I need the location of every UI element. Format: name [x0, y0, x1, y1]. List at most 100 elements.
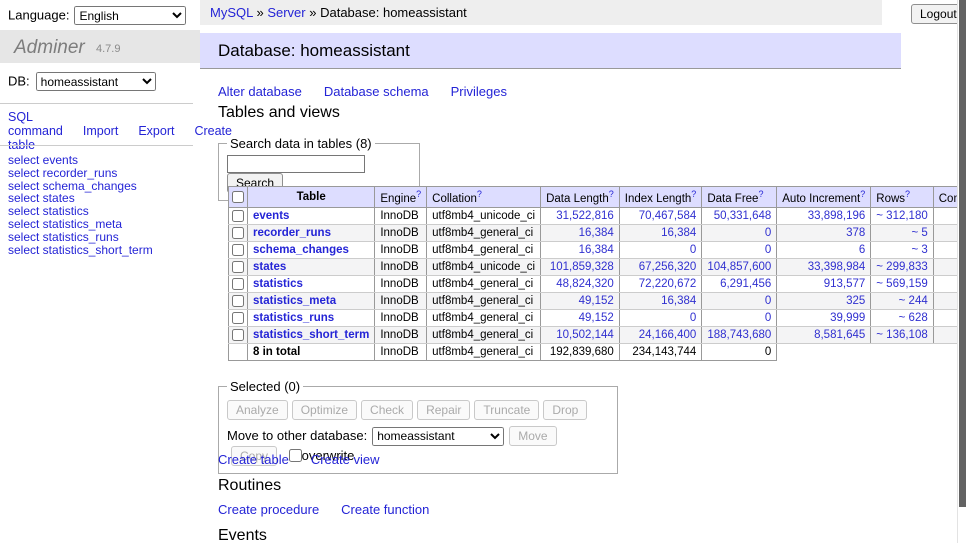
row-checkbox-states[interactable] [232, 261, 244, 273]
auto-increment-link[interactable]: 39,999 [830, 312, 865, 324]
link-create-function[interactable]: Create function [341, 502, 429, 517]
index-length-link[interactable]: 16,384 [661, 295, 696, 307]
breadcrumb-link[interactable]: MySQL [210, 5, 253, 20]
auto-increment-link[interactable]: 8,581,645 [814, 329, 865, 341]
row-checkbox-schema_changes[interactable] [232, 244, 244, 256]
drop-button[interactable]: Drop [543, 400, 587, 420]
link-database-schema[interactable]: Database schema [324, 84, 429, 99]
link-privileges[interactable]: Privileges [451, 84, 507, 99]
table-link-statistics_short_term[interactable]: statistics_short_term [253, 329, 369, 341]
hint-link[interactable]: ? [758, 189, 763, 199]
rows-link[interactable]: ~ 299,833 [876, 261, 927, 273]
data-free-link[interactable]: 188,743,680 [707, 329, 771, 341]
auto-increment-link[interactable]: 6 [859, 244, 865, 256]
analyze-button[interactable]: Analyze [227, 400, 288, 420]
move-db-select[interactable]: homeassistant [372, 427, 504, 446]
hint-link[interactable]: ? [691, 189, 696, 199]
index-length-link[interactable]: 16,384 [661, 227, 696, 239]
index-length-link[interactable]: 24,166,400 [639, 329, 697, 341]
ghost-cell [777, 343, 871, 360]
rows-link[interactable]: ~ 3 [911, 244, 927, 256]
breadcrumb-link[interactable]: Server [267, 5, 305, 20]
row-checkbox-statistics_meta[interactable] [232, 295, 244, 307]
table-link-recorder_runs[interactable]: recorder_runs [253, 227, 331, 239]
scrollbar-thumb[interactable] [959, 0, 966, 507]
data-length-cell: 49,152 [541, 309, 620, 326]
data-length-link[interactable]: 16,384 [579, 227, 614, 239]
data-length-link[interactable]: 101,859,328 [550, 261, 614, 273]
data-free-link[interactable]: 104,857,600 [707, 261, 771, 273]
data-length-link[interactable]: 10,502,144 [556, 329, 614, 341]
link-alter-database[interactable]: Alter database [218, 84, 302, 99]
row-checkbox-statistics_short_term[interactable] [232, 329, 244, 341]
total-check-cell [229, 343, 248, 360]
hint-link[interactable]: ? [860, 189, 865, 199]
auto-increment-link[interactable]: 378 [846, 227, 865, 239]
link-create-procedure[interactable]: Create procedure [218, 502, 319, 517]
optimize-button[interactable]: Optimize [292, 400, 357, 420]
row-checkbox-statistics[interactable] [232, 278, 244, 290]
auto-increment-cell: 378 [777, 224, 871, 241]
data-free-link[interactable]: 6,291,456 [720, 278, 771, 290]
auto-increment-cell: 33,898,196 [777, 207, 871, 224]
index-length-link[interactable]: 0 [690, 244, 696, 256]
data-free-link[interactable]: 50,331,648 [714, 210, 772, 222]
table-link-statistics_runs[interactable]: statistics_runs [253, 312, 334, 324]
data-length-link[interactable]: 16,384 [579, 244, 614, 256]
rows-link[interactable]: ~ 312,180 [876, 210, 927, 222]
hint-link[interactable]: ? [416, 189, 421, 199]
auto-increment-link[interactable]: 325 [846, 295, 865, 307]
hint-link[interactable]: ? [609, 189, 614, 199]
link-create-table[interactable]: Create table [218, 452, 289, 467]
data-free-link[interactable]: 0 [765, 227, 771, 239]
vertical-scrollbar[interactable] [957, 0, 966, 543]
row-checkbox-statistics_runs[interactable] [232, 312, 244, 324]
row-checkbox-recorder_runs[interactable] [232, 227, 244, 239]
sidebar-action-sql-command[interactable]: SQL command [8, 110, 63, 138]
rows-link[interactable]: ~ 628 [899, 312, 928, 324]
move-button[interactable]: Move [509, 426, 556, 446]
index-length-cell: 24,166,400 [619, 326, 702, 343]
data-free-link[interactable]: 0 [765, 312, 771, 324]
table-link-states[interactable]: states [253, 261, 286, 273]
search-input[interactable] [227, 155, 365, 173]
link-create-view[interactable]: Create view [311, 452, 380, 467]
truncate-button[interactable]: Truncate [474, 400, 539, 420]
repair-button[interactable]: Repair [417, 400, 470, 420]
select-all-checkbox[interactable] [232, 191, 244, 203]
breadcrumb-separator: » [306, 5, 320, 20]
auto-increment-link[interactable]: 913,577 [824, 278, 866, 290]
sidebar-item-select-statistics_short_term[interactable]: select statistics_short_term [8, 243, 153, 257]
engine-cell: InnoDB [375, 207, 427, 224]
index-length-link[interactable]: 72,220,672 [639, 278, 697, 290]
table-link-statistics_meta[interactable]: statistics_meta [253, 295, 336, 307]
table-link-events[interactable]: events [253, 210, 289, 222]
table-link-schema_changes[interactable]: schema_changes [253, 244, 349, 256]
sidebar-action-export[interactable]: Export [138, 124, 174, 138]
db-select[interactable]: homeassistant [36, 72, 156, 91]
row-checkbox-events[interactable] [232, 210, 244, 222]
table-row: statistics_runsInnoDButf8mb4_general_ci4… [229, 309, 966, 326]
data-free-link[interactable]: 0 [765, 295, 771, 307]
rows-link[interactable]: ~ 569,159 [876, 278, 927, 290]
hint-link[interactable]: ? [905, 189, 910, 199]
sidebar-action-import[interactable]: Import [83, 124, 118, 138]
data-length-link[interactable]: 49,152 [579, 295, 614, 307]
data-free-link[interactable]: 0 [765, 244, 771, 256]
table-link-statistics[interactable]: statistics [253, 278, 303, 290]
rows-link[interactable]: ~ 5 [911, 227, 927, 239]
data-length-link[interactable]: 31,522,816 [556, 210, 614, 222]
data-length-link[interactable]: 48,824,320 [556, 278, 614, 290]
rows-link[interactable]: ~ 136,108 [876, 329, 927, 341]
hint-link[interactable]: ? [477, 189, 482, 199]
index-length-link[interactable]: 0 [690, 312, 696, 324]
check-button[interactable]: Check [361, 400, 413, 420]
auto-increment-link[interactable]: 33,398,984 [808, 261, 866, 273]
auto-increment-link[interactable]: 33,898,196 [808, 210, 866, 222]
index-length-link[interactable]: 67,256,320 [639, 261, 697, 273]
data-length-link[interactable]: 49,152 [579, 312, 614, 324]
index-length-link[interactable]: 70,467,584 [639, 210, 697, 222]
rows-link[interactable]: ~ 244 [899, 295, 928, 307]
move-label: Move to other database: [227, 428, 367, 443]
app-version[interactable]: 4.7.9 [96, 43, 120, 55]
